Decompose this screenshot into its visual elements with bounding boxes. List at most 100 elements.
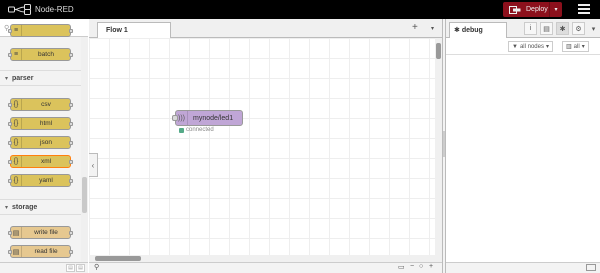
input-port	[8, 29, 12, 33]
deploy-icon	[509, 5, 521, 14]
palette-node-label: html	[39, 120, 53, 127]
search-icon[interactable]: ⚲	[94, 263, 99, 271]
input-port	[8, 179, 12, 183]
chevron-down-icon[interactable]: ▾	[587, 22, 600, 35]
hamburger-line	[578, 12, 590, 14]
palette-scrollbar[interactable]	[81, 37, 88, 273]
collapse-all-icon[interactable]: ▤	[66, 264, 75, 272]
palette-node-batch[interactable]: ≡ batch	[8, 48, 73, 61]
input-port[interactable]	[172, 115, 178, 121]
tab-debug-label: debug	[461, 27, 483, 34]
flow-node-mqtt[interactable]: ))) mynode/led1	[172, 110, 243, 126]
parser-icon: {}	[11, 175, 22, 186]
input-port	[8, 231, 12, 235]
deploy-label: Deploy	[526, 6, 548, 13]
output-port	[69, 122, 73, 126]
info-tab-icon[interactable]: i	[524, 22, 537, 35]
sidebar-footer	[446, 262, 600, 273]
output-port	[69, 103, 73, 107]
palette-node-label: yaml	[39, 177, 53, 184]
palette-node-csv[interactable]: {} csv	[8, 98, 73, 111]
settings-gear-icon[interactable]: ⚙	[572, 22, 585, 35]
output-port	[69, 53, 73, 57]
node-palette: ⚲ ≡ ≡ batch ▾ parser {} csv {}	[0, 19, 88, 273]
category-header-storage[interactable]: ▾ storage	[0, 199, 81, 215]
input-port	[8, 122, 12, 126]
output-port	[69, 141, 73, 145]
category-label: parser	[12, 74, 34, 82]
zoom-reset-icon[interactable]: ○	[419, 263, 423, 270]
input-port	[8, 160, 12, 164]
debug-tab-icon[interactable]: ✱	[556, 22, 569, 35]
vertical-scroll-thumb[interactable]	[436, 43, 441, 59]
scope-label: all	[573, 43, 580, 50]
main-menu-button[interactable]	[578, 4, 590, 14]
palette-scroll-thumb[interactable]	[82, 177, 87, 213]
parser-icon: {}	[11, 137, 22, 148]
tab-debug[interactable]: ✱ debug	[449, 22, 507, 38]
workspace-footer: ⚲ ▭ − ○ +	[89, 262, 442, 273]
expand-all-icon[interactable]: ▤	[76, 264, 85, 272]
chevron-down-icon[interactable]: ▾	[431, 25, 434, 32]
debug-scope-button[interactable]: ▥ all ▾	[562, 41, 589, 52]
node-icon: ≡	[11, 25, 22, 36]
sidebar-tabs: ✱ debug i ▤ ✱ ⚙ ▾	[446, 19, 600, 38]
zoom-out-icon[interactable]: −	[410, 263, 414, 270]
debug-toolbar: ▼ all nodes ▾ ▥ all ▾	[446, 38, 600, 55]
output-port	[69, 179, 73, 183]
tab-flow-1[interactable]: Flow 1	[97, 22, 171, 38]
chevron-down-icon: ▾	[554, 7, 558, 13]
zoom-in-icon[interactable]: +	[429, 263, 433, 270]
toggle-palette-button[interactable]: ‹	[89, 153, 98, 177]
navigator-icon[interactable]: ▭	[398, 263, 405, 271]
palette-node-label: xml	[40, 158, 52, 165]
palette-node-xml[interactable]: {} xml	[8, 155, 73, 168]
output-port	[69, 250, 73, 254]
input-port	[8, 250, 12, 254]
filter-label: all nodes	[519, 43, 544, 50]
popout-icon[interactable]	[586, 264, 596, 271]
hamburger-menu-icon	[578, 4, 590, 6]
palette-node-label: batch	[38, 51, 54, 58]
palette-node-partial[interactable]: ≡	[8, 24, 73, 37]
app-title: Node-RED	[35, 5, 74, 14]
horizontal-scroll-thumb[interactable]	[95, 256, 141, 261]
canvas-horizontal-scrollbar[interactable]	[89, 255, 435, 262]
palette-node-yaml[interactable]: {} yaml	[8, 174, 73, 187]
chevron-down-icon: ▾	[5, 75, 9, 82]
chevron-left-icon: ‹	[91, 160, 95, 170]
palette-node-html[interactable]: {} html	[8, 117, 73, 130]
palette-node-read-file[interactable]: ▤ read file	[8, 245, 73, 258]
palette-footer: ▤ ▤	[0, 262, 88, 273]
palette-node-json[interactable]: {} json	[8, 136, 73, 149]
bug-icon: ✱	[454, 27, 460, 34]
filter-nodes-button[interactable]: ▼ all nodes ▾	[508, 41, 553, 52]
palette-node-label: read file	[34, 248, 58, 255]
help-tab-icon[interactable]: ▤	[540, 22, 553, 35]
file-icon: ▤	[11, 227, 22, 238]
status-text: connected	[186, 127, 214, 133]
add-flow-icon[interactable]: +	[412, 22, 418, 33]
input-port	[8, 141, 12, 145]
resize-grip[interactable]	[443, 131, 445, 157]
header-bar: Node-RED Deploy ▾	[0, 0, 600, 19]
batch-icon: ≡	[11, 49, 22, 60]
hamburger-line	[578, 8, 590, 10]
category-header-parser[interactable]: ▾ parser	[0, 70, 81, 86]
node-red-window: Node-RED Deploy ▾ ⚲ ≡	[0, 0, 600, 273]
parser-icon: {}	[11, 156, 22, 167]
trash-icon: ▥	[566, 44, 572, 50]
output-port	[69, 29, 73, 33]
deploy-options-caret[interactable]: ▾	[549, 2, 562, 17]
node-status: connected	[179, 127, 214, 133]
flow-node-label: mynode/led1	[193, 114, 234, 122]
palette-node-label: write file	[34, 229, 58, 236]
flow-canvas[interactable]: ‹ ))) mynode/led1 connected	[89, 38, 435, 262]
workspace: Flow 1 + ▾ ‹ ))) mynode/led1 connected ⚲…	[89, 19, 442, 273]
output-port	[69, 160, 73, 164]
deploy-button[interactable]: Deploy ▾	[503, 2, 562, 17]
palette-node-write-file[interactable]: ▤ write file	[8, 226, 73, 239]
canvas-vertical-scrollbar[interactable]	[435, 38, 442, 262]
palette-node-label: json	[40, 139, 52, 146]
chevron-down-icon: ▾	[581, 44, 585, 50]
